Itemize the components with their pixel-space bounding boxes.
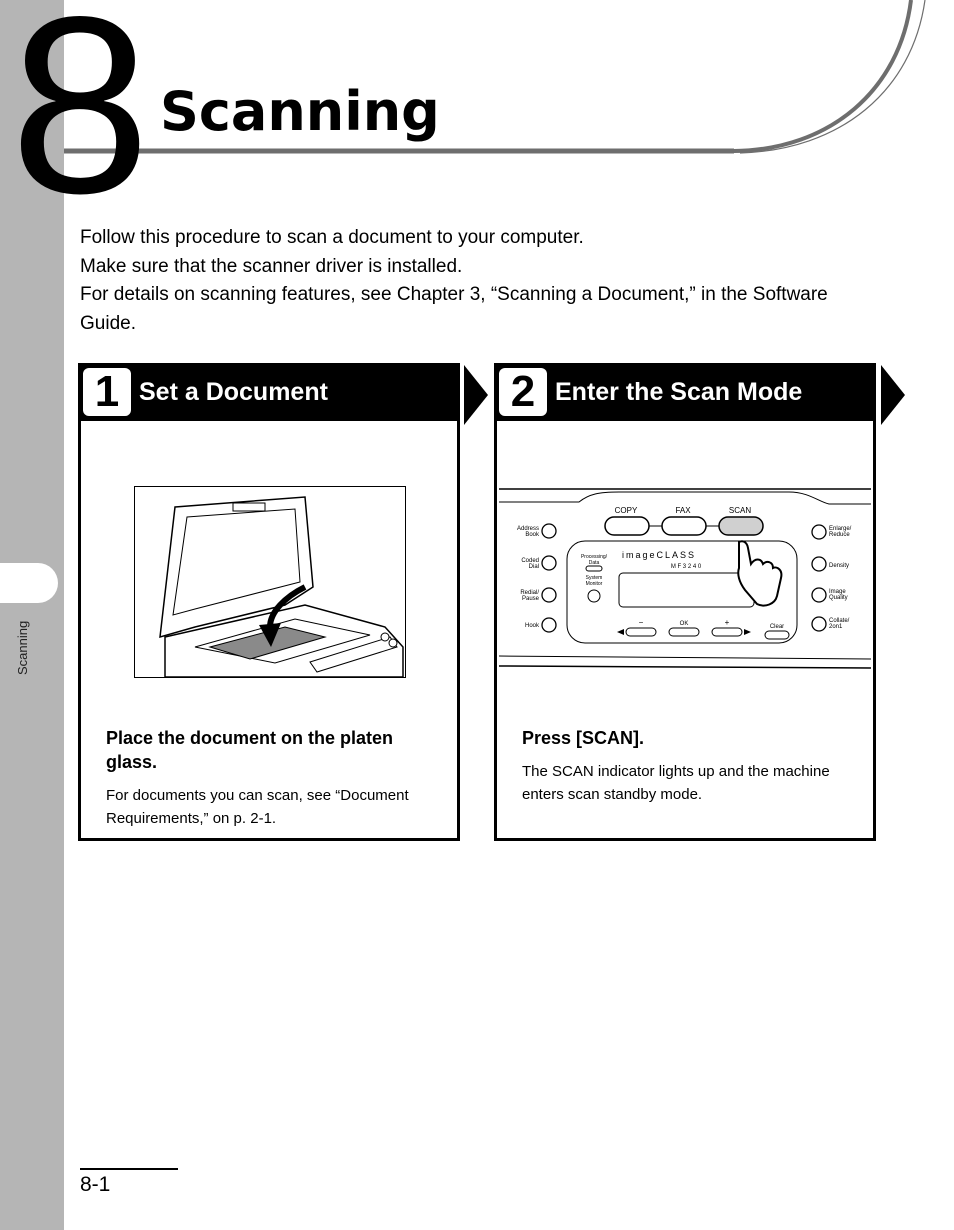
- svg-text:Hook: Hook: [525, 623, 540, 629]
- scan-key-label: SCAN: [729, 506, 751, 515]
- header-curve-thin: [739, 0, 926, 154]
- chapter-tab-marker: [0, 563, 58, 603]
- platen-glass-illustration: [134, 486, 406, 678]
- svg-text:Book: Book: [525, 532, 540, 538]
- step-number-badge: 2: [499, 367, 547, 416]
- footer-rule: [80, 1168, 178, 1170]
- fax-key: [661, 516, 707, 536]
- copy-key-label: COPY: [615, 506, 638, 515]
- step-note: For documents you can scan, see “Documen…: [106, 787, 409, 827]
- intro-line: Follow this procedure to scan a document…: [80, 227, 584, 248]
- step-body: Press [SCAN]. The SCAN indicator lights …: [522, 726, 852, 806]
- operation-panel-illustration: COPY FAX SCAN imageCLASS M F 3 2 4 0 Pro…: [499, 488, 871, 669]
- next-step-arrow-icon: [464, 365, 488, 425]
- intro-text: Follow this procedure to scan a document…: [80, 224, 840, 338]
- svg-text:Pause: Pause: [522, 596, 540, 602]
- svg-text:Monitor: Monitor: [586, 581, 603, 587]
- step-instruction: Place the document on the platen glass.: [106, 728, 394, 772]
- brand-label: imageCLASS: [622, 550, 696, 560]
- svg-text:Clear: Clear: [770, 624, 784, 630]
- svg-text:2on1: 2on1: [829, 624, 843, 630]
- step-instruction: Press [SCAN].: [522, 728, 645, 748]
- svg-text:Data: Data: [589, 560, 600, 566]
- lcd-display: [618, 572, 755, 608]
- chapter-title: Scanning: [160, 80, 440, 143]
- copy-key: [604, 516, 650, 536]
- svg-text:Quality: Quality: [829, 595, 848, 601]
- next-step-arrow-icon: [881, 365, 905, 425]
- svg-text:Dial: Dial: [529, 564, 539, 570]
- step-title: Enter the Scan Mode: [555, 377, 803, 406]
- step-title: Set a Document: [139, 377, 328, 406]
- side-tab-label: Scanning: [15, 620, 30, 675]
- step-header: 1 Set a Document: [78, 363, 460, 421]
- fax-key-label: FAX: [675, 506, 691, 515]
- svg-text:Density: Density: [829, 563, 849, 569]
- svg-text:Reduce: Reduce: [829, 532, 850, 538]
- svg-text:+: +: [725, 618, 730, 627]
- page-number: 8-1: [80, 1173, 111, 1196]
- step-number-badge: 1: [83, 367, 131, 416]
- intro-line: Make sure that the scanner driver is ins…: [80, 255, 463, 277]
- chapter-number: 8: [10, 0, 150, 246]
- step-body: Place the document on the platen glass. …: [106, 726, 436, 830]
- step-note: The SCAN indicator lights up and the mac…: [522, 763, 830, 803]
- scan-key: [718, 516, 764, 536]
- header-curve-thick: [733, 0, 913, 153]
- svg-text:−: −: [639, 618, 644, 627]
- intro-line: For details on scanning features, see Ch…: [80, 284, 828, 334]
- svg-text:OK: OK: [680, 621, 689, 627]
- model-label: M F 3 2 4 0: [671, 564, 702, 570]
- step-header: 2 Enter the Scan Mode: [494, 363, 876, 421]
- step-card-2: 2 Enter the Scan Mode COPY FAX SCAN imag…: [494, 363, 876, 841]
- step-card-1: 1 Set a Document Place the document on t…: [78, 363, 460, 841]
